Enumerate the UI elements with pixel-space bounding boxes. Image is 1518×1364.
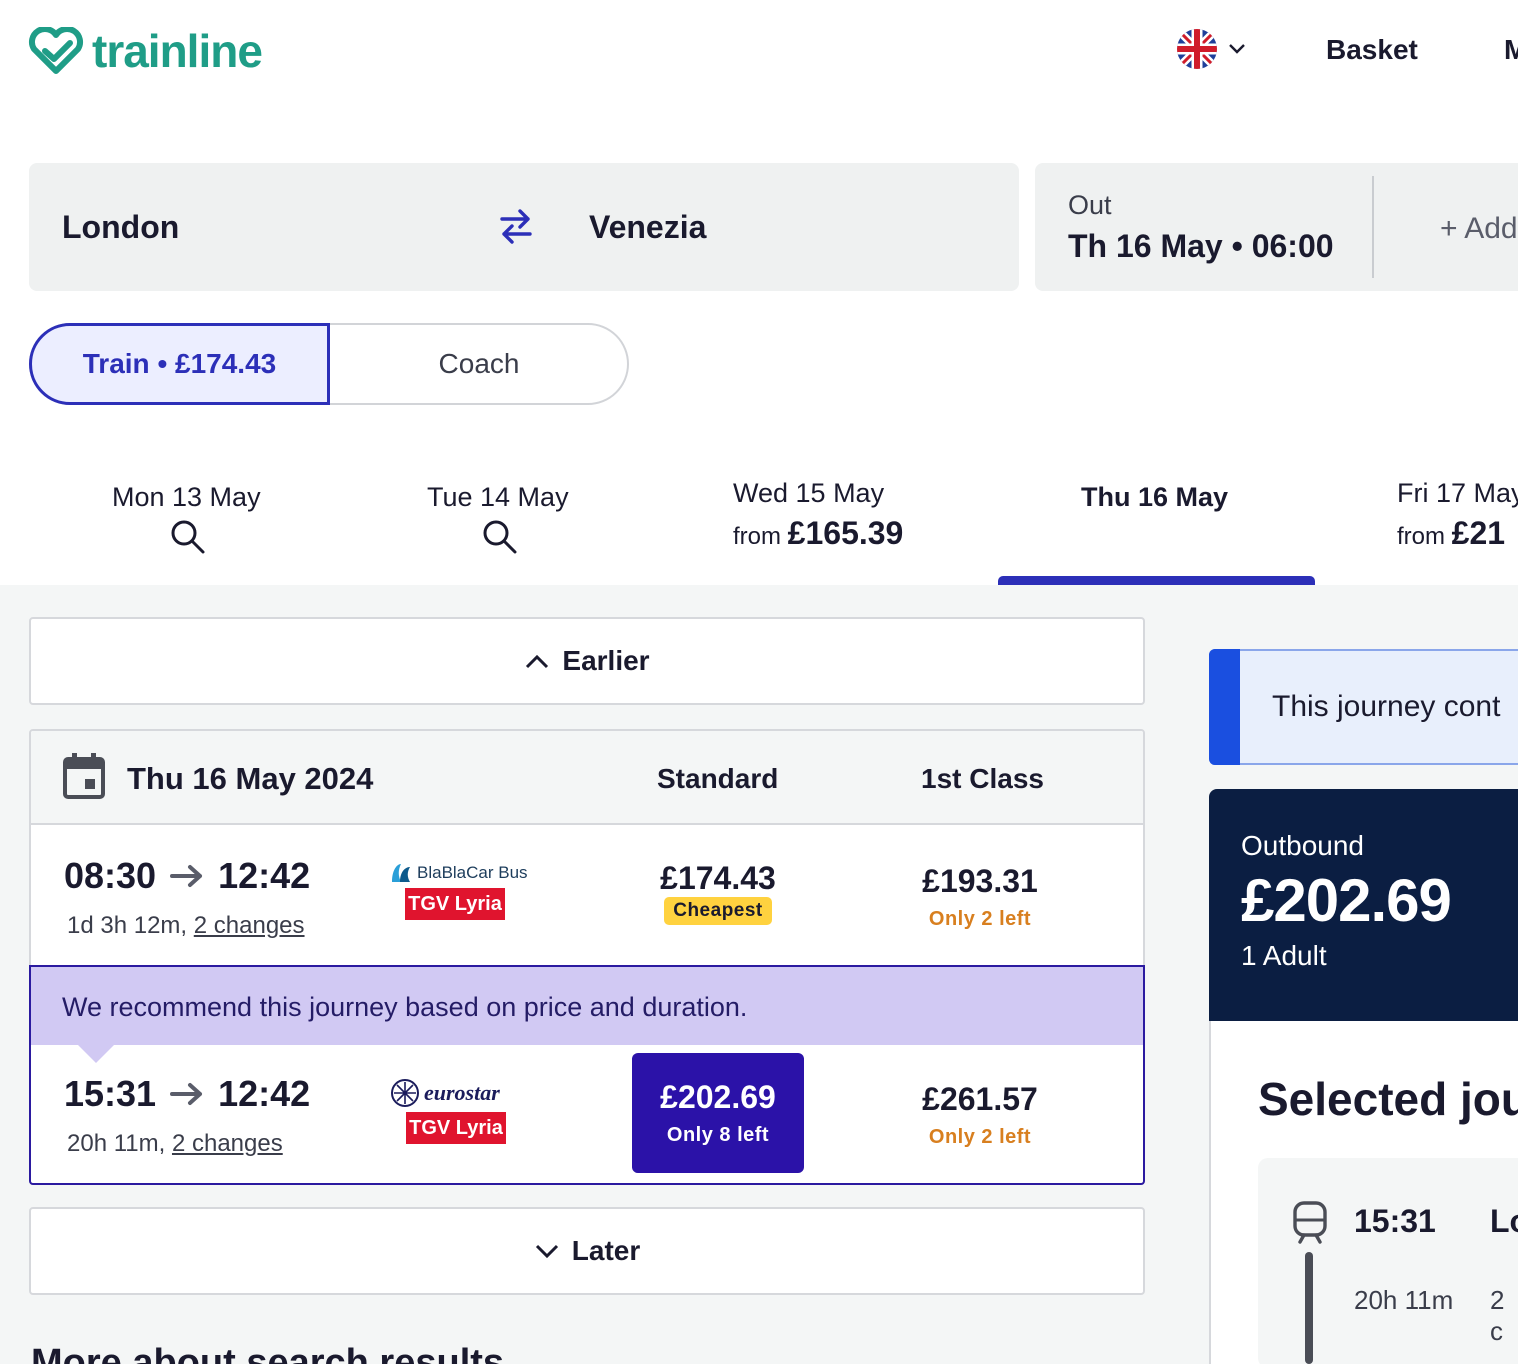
journey-duration: 1d 3h 12m, [67, 912, 188, 939]
later-label: Later [571, 1235, 641, 1266]
tgv-lyria-logo: TGV Lyria [405, 888, 505, 920]
availability-note: Only 2 left [928, 908, 1032, 930]
carrier-logos: BlaBlaCar Bus TGV Lyria [389, 862, 529, 920]
destination-station[interactable]: Venezia [589, 209, 706, 246]
results-header: Thu 16 May 2024 Standard 1st Class [31, 731, 1143, 825]
notice-accent-bar [1209, 649, 1240, 765]
date-tab-label: Wed 15 May [733, 478, 885, 508]
tgv-lyria-logo: TGV Lyria [406, 1112, 506, 1144]
search-icon [483, 520, 517, 554]
first-class-price: £193.31 [922, 863, 1038, 899]
date-tab-label: Thu 16 May [1081, 482, 1229, 512]
first-class-fare-1[interactable]: £193.31 Only 2 left [894, 863, 1066, 931]
carrier-name: eurostar [424, 1080, 500, 1105]
arrow-right-icon [170, 1083, 203, 1105]
logo-text: trainline [92, 25, 263, 77]
changes-link[interactable]: 2 changes [194, 912, 305, 939]
basket-link[interactable]: Basket [1326, 34, 1418, 66]
cheapest-badge: Cheapest [664, 897, 772, 925]
journey-timeline [1305, 1252, 1313, 1364]
selected-journey-card[interactable] [1258, 1158, 1518, 1364]
chevron-up-icon [526, 654, 549, 669]
from-label: from [1397, 523, 1445, 550]
depart-time: 15:31 [64, 1073, 157, 1114]
notice-text: This journey cont [1272, 690, 1501, 723]
later-button[interactable]: Later [29, 1207, 1145, 1295]
date-tab-label: Tue 14 May [427, 482, 569, 512]
standard-fare-2-selected[interactable]: £202.69 Only 8 left [632, 1053, 804, 1173]
journey-times[interactable]: 08:30 12:42 [64, 855, 310, 897]
standard-price: £174.43 [660, 860, 776, 896]
date-divider [1372, 176, 1374, 278]
language-selector[interactable] [1176, 28, 1246, 70]
eurostar-icon [391, 1079, 419, 1107]
out-label: Out [1068, 190, 1112, 220]
date-tab-mon[interactable]: Mon 13 May [112, 482, 261, 560]
add-return-button[interactable]: + Add [1440, 212, 1518, 246]
heart-check-icon [29, 27, 83, 74]
selected-journey-title: Selected jou [1258, 1073, 1518, 1125]
tab-coach[interactable]: Coach [330, 323, 628, 405]
standard-price: £202.69 [660, 1079, 776, 1115]
summary-passengers: 1 Adult [1241, 940, 1327, 971]
date-tab-wed[interactable]: Wed 15 May from £165.39 [733, 478, 903, 552]
selected-changes: 2 c [1490, 1285, 1505, 1346]
uk-flag-icon [1177, 29, 1217, 69]
journey-times[interactable]: 15:31 12:42 [64, 1073, 310, 1115]
summary-label: Outbound [1241, 830, 1364, 861]
standard-column-header: Standard [657, 763, 779, 794]
earlier-button[interactable]: Earlier [29, 617, 1145, 705]
carrier-logos: eurostar TGV Lyria [390, 1078, 530, 1144]
trainline-logo[interactable]: trainline [28, 24, 263, 78]
from-price: £21 [1451, 515, 1506, 551]
arrow-right-icon [170, 865, 203, 887]
from-price: £165.39 [787, 515, 904, 551]
arrive-time: 12:42 [218, 1073, 311, 1114]
search-icon [171, 520, 205, 554]
chevron-down-icon [1229, 44, 1245, 54]
changes-link[interactable]: 2 changes [172, 1130, 283, 1157]
chevron-down-icon [535, 1244, 558, 1259]
arrive-time: 12:42 [218, 855, 311, 896]
date-tab-thu[interactable]: Thu 16 May [1081, 482, 1228, 513]
depart-time: 08:30 [64, 855, 157, 896]
active-tab-indicator [998, 576, 1315, 585]
swap-stations-button[interactable] [498, 206, 534, 251]
calendar-icon [63, 753, 105, 799]
journey-duration: 20h 11m, [67, 1130, 166, 1157]
results-date: Thu 16 May 2024 [127, 761, 374, 796]
journey-meta: 20h 11m, 2 changes [67, 1130, 283, 1158]
first-class-column-header: 1st Class [921, 763, 1044, 794]
from-label: from [733, 523, 781, 550]
recommendation-pointer [78, 1045, 114, 1063]
carrier-name: BlaBlaCar Bus [417, 863, 528, 882]
availability-note: Only 2 left [928, 1126, 1032, 1148]
date-tab-label: Fri 17 May [1397, 478, 1518, 508]
journey-meta: 1d 3h 12m, 2 changes [67, 912, 305, 940]
selected-duration: 20h 11m [1354, 1285, 1454, 1315]
availability-note: Only 8 left [666, 1124, 770, 1146]
more-about-heading: More about search results [31, 1342, 505, 1364]
date-tab-tue[interactable]: Tue 14 May [427, 482, 569, 560]
summary-price: £202.69 [1241, 867, 1452, 934]
date-tab-label: Mon 13 May [112, 482, 261, 512]
selected-origin: Lo [1490, 1203, 1518, 1239]
blablacar-icon [392, 864, 410, 882]
origin-station[interactable]: London [62, 209, 179, 246]
date-tab-fri[interactable]: Fri 17 May from £21 [1397, 478, 1518, 552]
recommendation-text: We recommend this journey based on price… [62, 992, 748, 1022]
standard-fare-1[interactable]: £174.43 Cheapest [632, 860, 804, 925]
first-class-fare-2[interactable]: £261.57 Only 2 left [894, 1081, 1066, 1149]
first-class-price: £261.57 [922, 1081, 1038, 1117]
menu-link[interactable]: M [1504, 34, 1518, 66]
selected-depart-time: 15:31 [1354, 1203, 1436, 1239]
train-icon [1293, 1201, 1327, 1244]
swap-arrows-icon [500, 209, 532, 244]
out-datetime[interactable]: Th 16 May • 06:00 [1068, 228, 1334, 265]
earlier-label: Earlier [562, 645, 650, 676]
tab-train[interactable]: Train • £174.43 [29, 323, 330, 405]
